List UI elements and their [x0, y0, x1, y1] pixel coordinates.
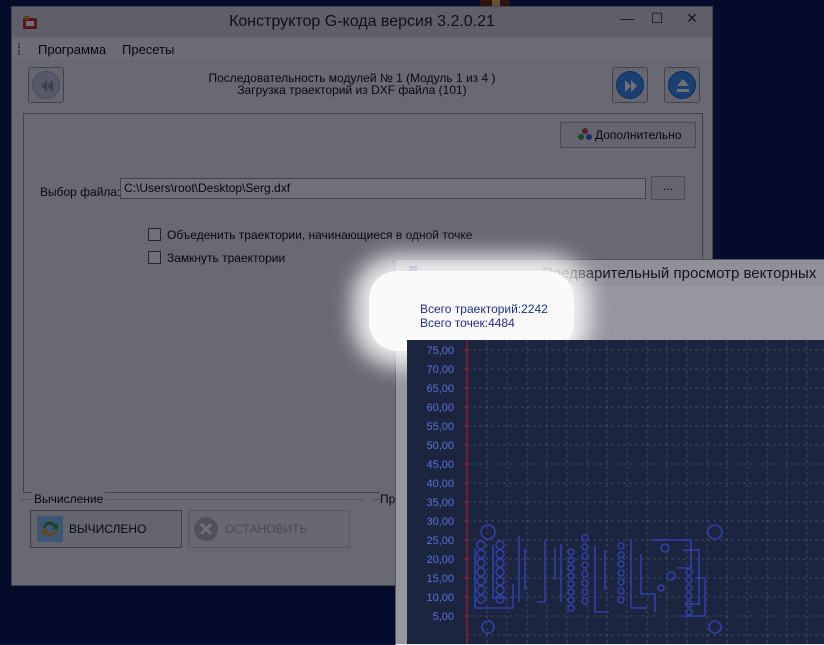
menu-program[interactable]: Программа — [38, 42, 106, 57]
y-tick-label: 30,00 — [426, 516, 454, 528]
points-count: Всего точек:4484 — [420, 316, 515, 330]
y-tick-label: 75,00 — [426, 345, 454, 357]
y-tick-label: 60,00 — [426, 402, 454, 414]
merge-paths-checkbox-row[interactable]: Объеденить траектории, начинающиеся в од… — [148, 228, 472, 242]
main-title-bar[interactable]: Конструктор G-кода версия 3.2.0.21 — ☐ ✕ — [12, 7, 712, 37]
calculation-group: Вычисление ВЫЧИСЛЕНО ОСТАНОВИТЬ — [20, 492, 364, 556]
close-paths-checkbox[interactable] — [148, 251, 161, 264]
y-tick-label: 55,00 — [426, 421, 454, 433]
next-module-button[interactable] — [612, 67, 648, 103]
calculate-button[interactable]: ВЫЧИСЛЕНО — [30, 510, 182, 548]
vector-preview-plot[interactable]: 75,00 70,00 65,00 60,00 55,00 50,00 45,00 40,00… — [395, 340, 824, 644]
module-nav-bar: Последовательность модулей № 1 (Модуль 1… — [22, 63, 702, 107]
refresh-icon — [37, 516, 63, 542]
y-tick-label: 40,00 — [426, 478, 454, 490]
y-tick-label: 5,00 — [433, 611, 454, 623]
close-paths-checkbox-row[interactable]: Замкнуть траектории — [148, 251, 285, 265]
y-tick-label: 35,00 — [426, 497, 454, 509]
rewind-icon — [32, 71, 60, 99]
merge-paths-label: Объеденить траектории, начинающиеся в од… — [167, 228, 473, 242]
y-tick-label: 10,00 — [426, 592, 454, 604]
close-button[interactable]: ✕ — [672, 7, 712, 29]
second-group-label: Пр — [380, 492, 396, 506]
sequence-line-2: Загрузка траекторий из DXF файла (101) — [237, 83, 467, 97]
y-tick-label: 70,00 — [426, 364, 454, 376]
y-tick-label: 45,00 — [426, 459, 454, 471]
y-tick-label: 20,00 — [426, 554, 454, 566]
previous-module-button[interactable] — [28, 67, 64, 103]
calculate-button-label: ВЫЧИСЛЕНО — [69, 522, 147, 536]
calculation-group-label: Вычисление — [32, 492, 106, 506]
menu-presets[interactable]: Пресеты — [122, 42, 174, 57]
eject-button[interactable] — [664, 67, 700, 103]
maximize-button[interactable]: ☐ — [642, 7, 672, 29]
menu-bar: Программа Пресеты — [12, 38, 712, 60]
browse-button[interactable]: ... — [651, 176, 685, 200]
file-path-input[interactable]: C:\Users\root\Desktop\Serg.dxf — [120, 178, 646, 199]
stop-icon — [194, 517, 218, 541]
file-select-label: Выбор файла: — [40, 185, 121, 199]
additional-button[interactable]: Дополнительно — [560, 122, 696, 148]
preview-title: Предварительный просмотр векторных — [542, 265, 817, 282]
y-tick-label: 50,00 — [426, 440, 454, 452]
minimize-button[interactable]: — — [612, 7, 642, 29]
y-tick-label: 25,00 — [426, 535, 454, 547]
close-paths-label: Замкнуть траектории — [167, 251, 286, 265]
y-tick-label: 15,00 — [426, 573, 454, 585]
additional-button-label: Дополнительно — [595, 128, 682, 142]
module-sequence-info: Последовательность модулей № 1 (Модуль 1… — [82, 72, 622, 96]
y-tick-label: 65,00 — [426, 383, 454, 395]
eject-icon — [668, 71, 696, 99]
merge-paths-checkbox[interactable] — [148, 228, 161, 241]
window-title: Конструктор G-кода версия 3.2.0.21 — [229, 13, 495, 30]
fast-forward-icon — [616, 71, 644, 99]
stop-button[interactable]: ОСТАНОВИТЬ — [188, 510, 350, 548]
colors-icon — [578, 128, 592, 140]
plot-background — [407, 340, 824, 644]
stop-button-label: ОСТАНОВИТЬ — [225, 522, 308, 536]
paths-count: Всего траекторий:2242 — [420, 302, 548, 316]
menu-grip-icon — [18, 43, 22, 55]
